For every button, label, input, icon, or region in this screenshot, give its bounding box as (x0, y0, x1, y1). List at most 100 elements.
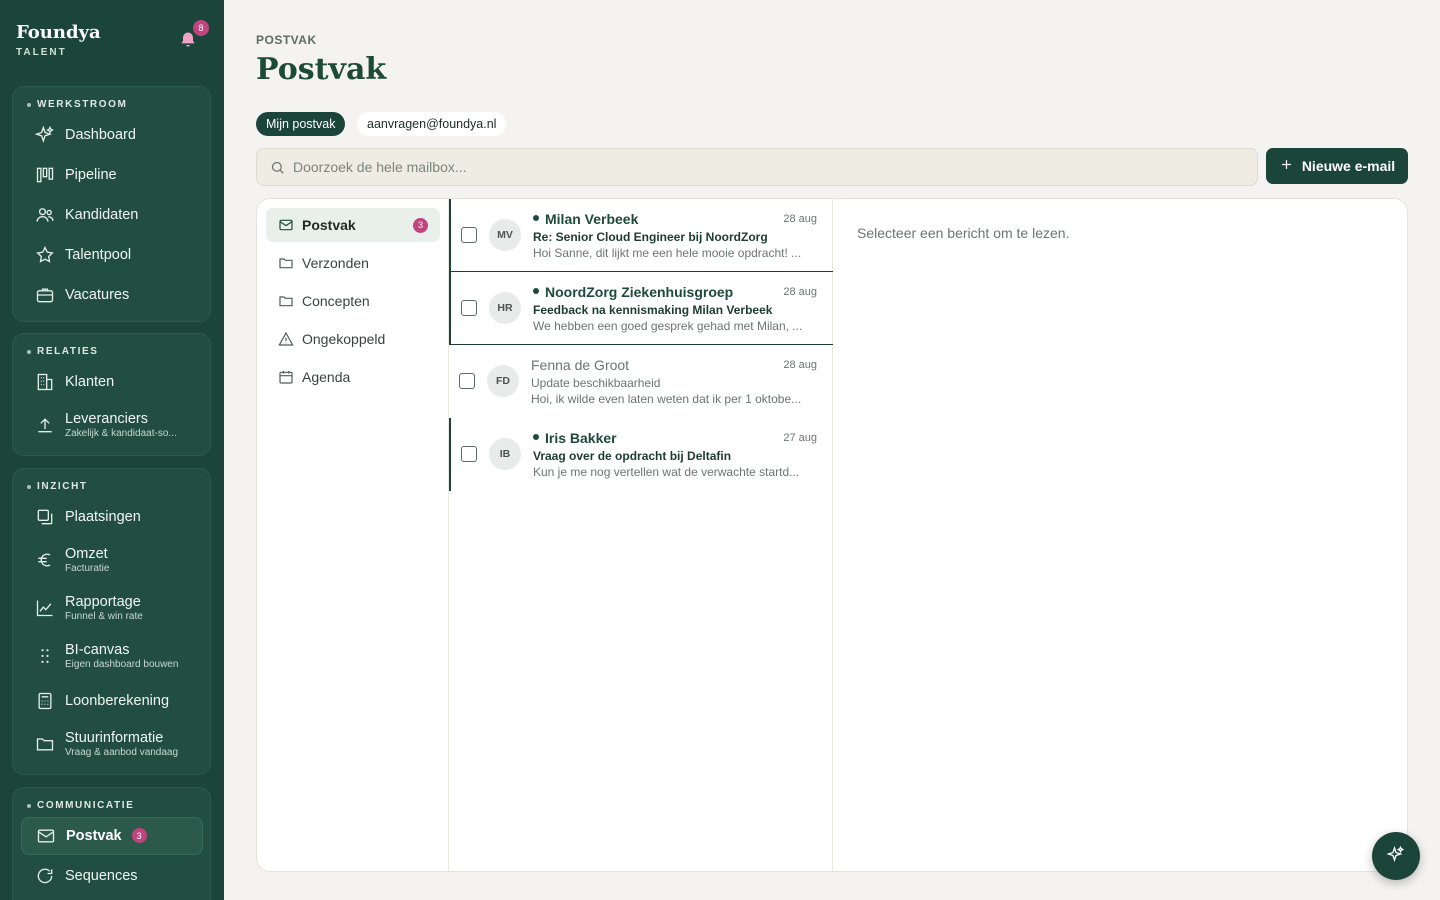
sidebar-item-talentpool[interactable]: Talentpool (21, 236, 203, 274)
sidebar-item-kandidaten[interactable]: Kandidaten (21, 196, 203, 234)
sidebar-item-sequences[interactable]: Sequences (21, 857, 203, 895)
nav-group-inzicht: INZICHT Plaatsingen Omzet Facturatie Rapp… (12, 468, 211, 775)
sidebar-item-postvak[interactable]: Postvak 3 (21, 817, 203, 855)
search-icon (270, 160, 285, 175)
sidebar-item-klanten[interactable]: Klanten (21, 363, 203, 401)
euro-icon (35, 550, 55, 570)
message-row[interactable]: IB Iris Bakker 27 aug Vraag over de opdr… (449, 418, 833, 491)
unread-badge: 3 (413, 217, 428, 233)
plus-icon (1279, 157, 1294, 175)
folder-icon (278, 293, 294, 309)
folder-verzonden[interactable]: Verzonden (266, 246, 440, 280)
sidebar-item-plaatsingen[interactable]: Plaatsingen (21, 498, 203, 536)
mailbox-tab-mine[interactable]: Mijn postvak (256, 112, 346, 136)
new-email-button[interactable]: Nieuwe e-mail (1266, 148, 1408, 184)
message-list: MV Milan Verbeek 28 aug Re: Senior Cloud… (449, 199, 833, 871)
sidebar-item-label: Stuurinformatie (65, 730, 164, 746)
folder-agenda[interactable]: Agenda (266, 360, 440, 394)
sidebar-item-dashboard[interactable]: Dashboard (21, 116, 203, 154)
search-input[interactable] (293, 149, 1243, 185)
calculator-icon (35, 691, 55, 711)
sparkles-icon (34, 125, 55, 145)
sidebar-item-label: Sequences (65, 868, 138, 884)
sidebar-item-label: Leveranciers (65, 411, 149, 427)
message-row[interactable]: HR NoordZorg Ziekenhuisgroep 28 aug Feed… (449, 272, 833, 345)
group-title: WERKSTROOM (27, 99, 127, 110)
sidebar-item-label: Postvak (66, 828, 122, 844)
avatar: IB (489, 438, 521, 470)
message-checkbox[interactable] (461, 300, 477, 316)
folder-concepten[interactable]: Concepten (266, 284, 440, 318)
reader-empty-state: Selecteer een bericht om te lezen. (857, 225, 1070, 241)
folder-postvak[interactable]: Postvak 3 (266, 208, 440, 242)
sidebar-item-label: Rapportage (65, 594, 141, 610)
message-checkbox[interactable] (461, 446, 477, 462)
upload-icon (35, 415, 55, 435)
message-subject: Update beschikbaarheid (531, 376, 661, 390)
message-preview: Hoi, ik wilde even laten weten dat ik pe… (531, 392, 802, 406)
message-row[interactable]: MV Milan Verbeek 28 aug Re: Senior Cloud… (449, 199, 833, 272)
folder-label: Ongekoppeld (302, 331, 386, 347)
sidebar-item-leveranciers[interactable]: Leveranciers Zakelijk & kandidaat-so... (21, 406, 203, 444)
group-title: INZICHT (27, 481, 88, 492)
message-row[interactable]: FD Fenna de Groot 28 aug Update beschikb… (449, 345, 833, 418)
folder-label: Concepten (302, 293, 370, 309)
avatar: MV (489, 219, 521, 251)
sidebar-item-label: BI-canvas (65, 642, 130, 658)
grid-dots-icon (35, 646, 55, 666)
search-bar (256, 148, 1258, 186)
sidebar-item-loonberekening[interactable]: Loonberekening (21, 682, 203, 720)
message-checkbox[interactable] (461, 227, 477, 243)
sidebar-item-sublabel: Facturatie (65, 563, 110, 574)
warning-icon (278, 331, 294, 347)
sidebar-item-vacatures[interactable]: Vacatures (21, 276, 203, 314)
sidebar-item-label: Dashboard (65, 127, 136, 143)
ai-assistant-button[interactable] (1372, 832, 1420, 880)
brand-logo[interactable]: Foundya TALENT (16, 22, 101, 58)
sidebar-item-label: Vacatures (65, 287, 130, 303)
sidebar-item-stuurinformatie[interactable]: Stuurinformatie Vraag & aanbod vandaag (21, 725, 203, 763)
nav-group-communicatie: COMMUNICATIE Postvak 3 Sequences (12, 787, 211, 900)
unread-dot (533, 288, 539, 295)
message-date: 27 aug (783, 432, 817, 444)
message-date: 28 aug (783, 213, 817, 225)
sidebar-item-label: Kandidaten (65, 207, 139, 223)
mailbox-tab-shared[interactable]: aanvragen@foundya.nl (357, 112, 507, 136)
calendar-icon (278, 369, 294, 385)
sidebar-item-sublabel: Funnel & win rate (65, 611, 143, 622)
message-date: 28 aug (783, 286, 817, 298)
sidebar-item-label: Pipeline (65, 167, 117, 183)
folder-list: Postvak 3 Verzonden Concepten Ongekoppel… (257, 199, 449, 871)
sidebar: Foundya TALENT 8 WERKSTROOM Dashboard Pi… (0, 0, 224, 900)
breadcrumb: POSTVAK (256, 33, 317, 47)
message-sender: NoordZorg Ziekenhuisgroep (533, 284, 733, 300)
sidebar-item-label: Klanten (65, 374, 115, 390)
sidebar-item-bi-canvas[interactable]: BI-canvas Eigen dashboard bouwen (21, 637, 203, 675)
unread-badge: 3 (131, 828, 147, 844)
briefcase-icon (35, 285, 55, 305)
nav-group-werkstroom: WERKSTROOM Dashboard Pipeline Kandidaten… (12, 86, 211, 322)
building-icon (35, 372, 55, 392)
sidebar-item-rapportage[interactable]: Rapportage Funnel & win rate (21, 589, 203, 627)
sidebar-item-omzet[interactable]: Omzet Facturatie (21, 541, 203, 579)
message-checkbox[interactable] (459, 373, 475, 389)
unread-dot (533, 215, 539, 222)
sidebar-item-label: Talentpool (65, 247, 132, 263)
sparkles-icon (1386, 845, 1405, 868)
message-preview: Hoi Sanne, dit lijkt me een hele mooie o… (533, 246, 802, 260)
avatar: HR (489, 292, 521, 324)
brand-name: Foundya (16, 22, 101, 43)
refresh-icon (35, 866, 55, 886)
group-title: COMMUNICATIE (27, 800, 134, 811)
mail-panel: Postvak 3 Verzonden Concepten Ongekoppel… (256, 198, 1408, 872)
users-icon (35, 205, 55, 225)
message-sender: Fenna de Groot (531, 357, 630, 373)
group-title: RELATIES (27, 346, 99, 357)
sidebar-item-pipeline[interactable]: Pipeline (21, 156, 203, 194)
folder-ongekoppeld[interactable]: Ongekoppeld (266, 322, 440, 356)
message-sender: Milan Verbeek (533, 211, 638, 227)
message-subject: Re: Senior Cloud Engineer bij NoordZorg (533, 230, 768, 244)
unread-dot (533, 434, 539, 441)
sidebar-item-label: Loonberekening (65, 693, 170, 709)
mail-icon (36, 826, 56, 846)
